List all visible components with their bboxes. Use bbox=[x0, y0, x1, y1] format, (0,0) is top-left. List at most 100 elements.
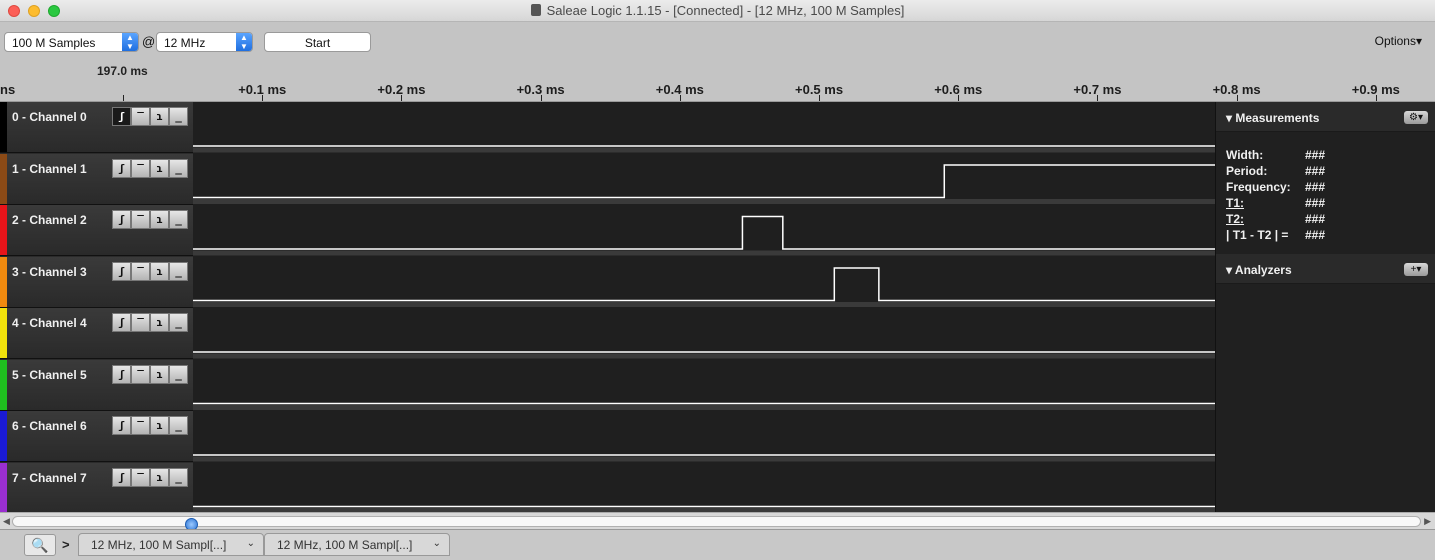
channel-label[interactable]: 5 - Channel 5 bbox=[12, 368, 87, 382]
low-level-trigger-icon[interactable]: _ bbox=[169, 313, 188, 332]
channel-label[interactable]: 4 - Channel 4 bbox=[12, 316, 87, 330]
trigger-group: ʃ ‾ ɿ _ bbox=[112, 313, 188, 332]
channel-row[interactable]: 7 - Channel 7 ʃ ‾ ɿ _ bbox=[0, 462, 193, 514]
gear-icon[interactable]: ⚙▾ bbox=[1404, 111, 1428, 124]
falling-edge-trigger-icon[interactable]: ɿ bbox=[150, 467, 169, 487]
high-level-trigger-icon[interactable]: ‾ bbox=[131, 107, 150, 126]
rising-edge-trigger-icon[interactable]: ʃ bbox=[112, 261, 131, 281]
tab-arrow-icon[interactable]: > bbox=[62, 537, 70, 552]
channel-row[interactable]: 6 - Channel 6 ʃ ‾ ɿ _ bbox=[0, 411, 193, 462]
falling-edge-trigger-icon[interactable]: ɿ bbox=[150, 210, 169, 229]
high-level-trigger-icon[interactable]: ‾ bbox=[131, 261, 150, 281]
rising-edge-trigger-icon[interactable]: ʃ bbox=[112, 158, 131, 178]
channel-row[interactable]: 5 - Channel 5 ʃ ‾ ɿ _ bbox=[0, 359, 193, 411]
channel-label[interactable]: 2 - Channel 2 bbox=[12, 213, 87, 227]
start-button[interactable]: Start bbox=[264, 32, 371, 52]
channel-row[interactable]: 3 - Channel 3 ʃ ‾ ɿ _ bbox=[0, 256, 193, 308]
low-level-trigger-icon[interactable]: _ bbox=[169, 158, 188, 178]
at-sign: @ bbox=[142, 34, 156, 49]
waveform-trace bbox=[193, 164, 1215, 199]
scroll-right-icon[interactable]: ▶ bbox=[1424, 516, 1431, 527]
falling-edge-trigger-icon[interactable]: ɿ bbox=[150, 313, 169, 332]
analyzers-header[interactable]: ▾ Analyzers +▾ bbox=[1216, 254, 1435, 284]
ruler-left-fragment: ns bbox=[0, 82, 16, 97]
sample-rate-select[interactable]: 12 MHz ▲ ▼ bbox=[156, 32, 253, 52]
session-tab-1[interactable]: 12 MHz, 100 M Sampl[...] ⌄ bbox=[78, 533, 264, 556]
measurements-header[interactable]: ▾ Measurements ⚙▾ bbox=[1216, 102, 1435, 132]
measurement-value: ### bbox=[1305, 228, 1326, 242]
falling-edge-trigger-icon[interactable]: ɿ bbox=[150, 107, 169, 126]
stepper-icon[interactable]: ▲ ▼ bbox=[236, 33, 252, 51]
waveform-trace bbox=[193, 267, 1215, 302]
analyzers-title-text: Analyzers bbox=[1234, 263, 1292, 277]
falling-edge-trigger-icon[interactable]: ɿ bbox=[150, 158, 169, 178]
channel-label[interactable]: 3 - Channel 3 bbox=[12, 265, 87, 279]
chevron-down-icon[interactable]: ⌄ bbox=[247, 538, 255, 549]
rising-edge-trigger-icon[interactable]: ʃ bbox=[112, 467, 131, 487]
high-level-trigger-icon[interactable]: ‾ bbox=[131, 416, 150, 435]
channel-label[interactable]: 0 - Channel 0 bbox=[12, 110, 87, 124]
low-level-trigger-icon[interactable]: _ bbox=[169, 261, 188, 281]
options-menu[interactable]: Options▾ bbox=[1375, 34, 1422, 48]
channel-row[interactable]: 0 - Channel 0 ʃ ‾ ɿ _ bbox=[0, 102, 193, 153]
chevron-down-icon[interactable]: ⌄ bbox=[433, 538, 441, 549]
analyzers-title: ▾ Analyzers bbox=[1226, 263, 1292, 277]
trigger-group: ʃ ‾ ɿ _ bbox=[112, 107, 188, 126]
search-icon[interactable]: 🔍 bbox=[24, 534, 56, 556]
rising-edge-trigger-icon[interactable]: ʃ bbox=[112, 313, 131, 332]
trigger-group: ʃ ‾ ɿ _ bbox=[112, 416, 188, 435]
time-ruler[interactable]: 197.0 ms ns +0.1 ms +0.2 ms +0.3 ms +0.4 ms… bbox=[0, 60, 1435, 102]
sample-count-select[interactable]: 100 M Samples ▲ ▼ bbox=[4, 32, 139, 52]
channel-label[interactable]: 1 - Channel 1 bbox=[12, 162, 87, 176]
waveform-area[interactable] bbox=[193, 102, 1215, 512]
measurement-value: ### bbox=[1305, 164, 1326, 178]
trigger-group: ʃ ‾ ɿ _ bbox=[112, 364, 188, 384]
sample-rate-value: 12 MHz bbox=[164, 36, 206, 50]
channel-divider bbox=[193, 250, 1215, 256]
rising-edge-trigger-icon[interactable]: ʃ bbox=[112, 210, 131, 229]
high-level-trigger-icon[interactable]: ‾ bbox=[131, 313, 150, 332]
waveform-trace bbox=[193, 215, 1215, 250]
low-level-trigger-icon[interactable]: _ bbox=[169, 107, 188, 126]
ruler-tick-mark bbox=[262, 95, 264, 101]
channel-label[interactable]: 6 - Channel 6 bbox=[12, 419, 87, 433]
add-analyzer-icon[interactable]: +▾ bbox=[1404, 263, 1428, 276]
measurement-label: | T1 - T2 | = bbox=[1226, 228, 1289, 242]
stepper-icon[interactable]: ▲ ▼ bbox=[122, 33, 138, 51]
channel-row[interactable]: 1 - Channel 1 ʃ ‾ ɿ _ bbox=[0, 153, 193, 205]
measurement-label: Width: bbox=[1226, 148, 1264, 162]
low-level-trigger-icon[interactable]: _ bbox=[169, 416, 188, 435]
scroll-track[interactable] bbox=[12, 516, 1421, 531]
session-tab-2[interactable]: 12 MHz, 100 M Sampl[...] ⌄ bbox=[264, 533, 450, 556]
channel-label[interactable]: 7 - Channel 7 bbox=[12, 471, 87, 485]
measurement-value: ### bbox=[1305, 148, 1326, 162]
scroll-left-icon[interactable]: ◀ bbox=[3, 516, 10, 527]
measurement-label[interactable]: T1: bbox=[1226, 196, 1244, 210]
high-level-trigger-icon[interactable]: ‾ bbox=[131, 210, 150, 229]
rising-edge-trigger-icon[interactable]: ʃ bbox=[112, 107, 131, 126]
rising-edge-trigger-icon[interactable]: ʃ bbox=[112, 364, 131, 384]
ruler-tick-mark bbox=[819, 95, 820, 101]
ruler-tick-mark bbox=[1097, 95, 1099, 101]
rising-edge-trigger-icon[interactable]: ʃ bbox=[112, 416, 131, 435]
low-level-trigger-icon[interactable]: _ bbox=[169, 364, 188, 384]
trigger-group: ʃ ‾ ɿ _ bbox=[112, 467, 188, 487]
channel-row[interactable]: 4 - Channel 4 ʃ ‾ ɿ _ bbox=[0, 308, 193, 359]
low-level-trigger-icon[interactable]: _ bbox=[169, 210, 188, 229]
sample-count-value: 100 M Samples bbox=[12, 36, 96, 50]
falling-edge-trigger-icon[interactable]: ɿ bbox=[150, 261, 169, 281]
ruler-origin-mark bbox=[123, 95, 124, 101]
low-level-trigger-icon[interactable]: _ bbox=[169, 467, 188, 487]
falling-edge-trigger-icon[interactable]: ɿ bbox=[150, 364, 169, 384]
high-level-trigger-icon[interactable]: ‾ bbox=[131, 364, 150, 384]
channel-row[interactable]: 2 - Channel 2 ʃ ‾ ɿ _ bbox=[0, 205, 193, 256]
falling-edge-trigger-icon[interactable]: ɿ bbox=[150, 416, 169, 435]
ruler-tick-mark bbox=[401, 95, 403, 101]
horizontal-scrollbar[interactable]: ◀ ▶ bbox=[0, 512, 1435, 531]
channel-divider bbox=[193, 199, 1215, 204]
channel-color-swatch bbox=[0, 205, 7, 255]
ruler-tick-mark bbox=[958, 95, 960, 101]
measurement-label[interactable]: T2: bbox=[1226, 212, 1244, 226]
high-level-trigger-icon[interactable]: ‾ bbox=[131, 467, 150, 487]
high-level-trigger-icon[interactable]: ‾ bbox=[131, 158, 150, 178]
